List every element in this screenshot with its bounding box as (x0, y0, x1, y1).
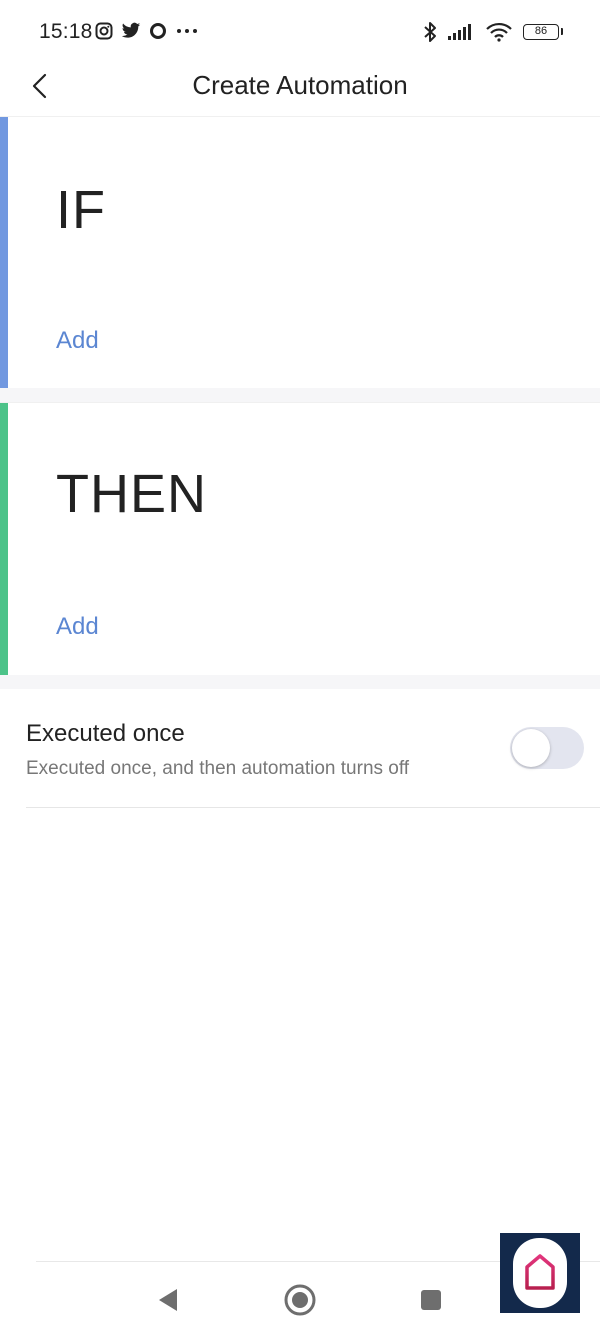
nav-recents-button[interactable] (413, 1282, 449, 1318)
then-section-title: THEN (56, 464, 207, 524)
page-title: Create Automation (192, 70, 408, 100)
nav-back-button[interactable] (150, 1282, 186, 1318)
wifi-icon (486, 22, 512, 42)
signal-icon (448, 24, 471, 40)
if-section: IF Add (0, 116, 600, 388)
executed-once-title: Executed once (26, 720, 185, 747)
if-add-button[interactable]: Add (56, 327, 99, 355)
recents-square-icon (421, 1290, 441, 1310)
if-section-accent-bar (0, 117, 8, 388)
battery-level: 86 (534, 25, 548, 37)
circle-app-icon (150, 23, 166, 39)
status-time: 15:18 (39, 20, 93, 43)
home-app-icon (525, 1254, 555, 1290)
status-bar: 15:18 86 (0, 0, 600, 64)
toggle-knob (512, 729, 550, 767)
then-add-button[interactable]: Add (56, 613, 99, 641)
executed-once-row: Executed once Executed once, and then au… (0, 690, 600, 808)
twitter-icon (121, 22, 141, 38)
app-header: Create Automation (0, 64, 600, 116)
then-section: THEN Add (0, 402, 600, 675)
bluetooth-icon (424, 22, 436, 42)
status-right-icons: 86 (423, 21, 563, 43)
battery-icon: 86 (523, 24, 563, 40)
floating-app-inner (513, 1238, 567, 1308)
section-divider (0, 675, 600, 689)
then-section-accent-bar (0, 403, 8, 675)
section-divider (0, 388, 600, 402)
home-circle-icon (284, 1284, 316, 1316)
if-section-title: IF (56, 180, 106, 240)
executed-once-description: Executed once, and then automation turns… (26, 758, 410, 779)
instagram-icon (95, 22, 113, 40)
back-triangle-icon (159, 1289, 177, 1311)
nav-home-button[interactable] (282, 1282, 318, 1318)
floating-app-button[interactable] (500, 1233, 580, 1313)
more-icon (177, 29, 197, 33)
row-divider (26, 807, 600, 808)
executed-once-toggle[interactable] (510, 727, 584, 769)
status-left-icons (95, 22, 199, 40)
